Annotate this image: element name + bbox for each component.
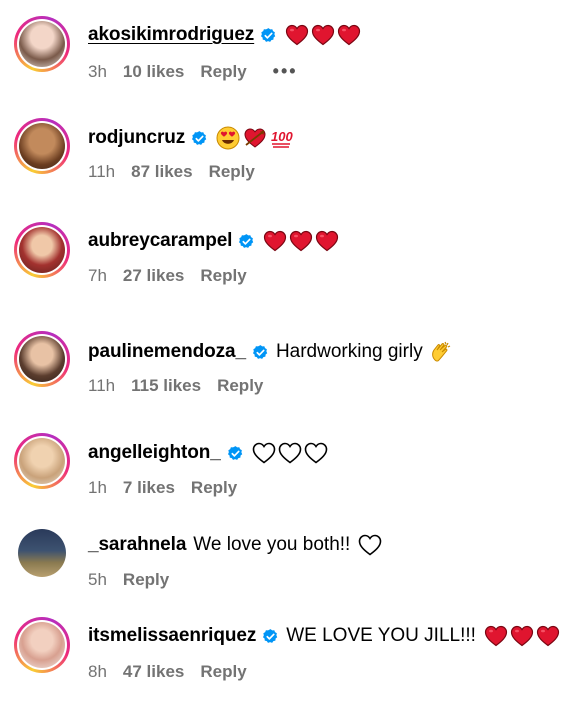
heart-outline-icon: [358, 534, 382, 556]
comment-text: Hardworking girly: [275, 341, 423, 362]
comment-username[interactable]: angelleighton_: [88, 442, 221, 464]
heart-with-arrow-icon: [244, 128, 266, 148]
heart-eyes-emoji-icon: [216, 126, 240, 150]
like-count[interactable]: 7 likes: [123, 478, 175, 498]
comment-time: 11h: [88, 162, 116, 181]
verified-badge-icon: [262, 628, 279, 645]
comment-time: 5h: [88, 570, 107, 589]
comment-text: WE LOVE YOU JILL!!!: [286, 625, 476, 646]
verified-badge-icon: [260, 27, 277, 44]
like-count[interactable]: 27 likes: [123, 266, 184, 286]
comment-text: We love you both!!: [193, 534, 351, 555]
avatar[interactable]: [14, 617, 70, 673]
avatar[interactable]: [14, 433, 70, 489]
red-heart-icon: [263, 230, 287, 252]
comment-time: 3h: [88, 61, 107, 81]
like-count[interactable]: 87 likes: [131, 162, 192, 182]
comment-time: 8h: [88, 662, 107, 681]
heart-outline-icon: [278, 442, 302, 464]
comment-time: 11h: [88, 376, 116, 395]
comment-username[interactable]: _sarahnela: [88, 534, 186, 556]
comment-username[interactable]: paulinemendoza_: [88, 341, 246, 363]
red-heart-icon: [536, 625, 560, 647]
reply-button[interactable]: Reply: [200, 62, 246, 82]
reply-button[interactable]: Reply: [123, 570, 169, 590]
avatar[interactable]: [14, 118, 70, 174]
reply-button[interactable]: Reply: [209, 162, 255, 182]
avatar[interactable]: [14, 331, 70, 387]
verified-badge-icon: [238, 233, 255, 250]
reply-button[interactable]: Reply: [200, 266, 246, 286]
comment-username[interactable]: akosikimrodriguez: [88, 24, 254, 46]
avatar[interactable]: [14, 16, 70, 72]
comment-username[interactable]: itsmelissaenriquez: [88, 625, 256, 647]
red-heart-icon: [285, 24, 309, 46]
like-count[interactable]: 47 likes: [123, 662, 184, 682]
comment-time: 1h: [88, 478, 107, 497]
reply-button[interactable]: Reply: [200, 662, 246, 682]
hundred-points-icon: 100: [271, 129, 294, 148]
heart-outline-icon: [304, 442, 328, 464]
comment-username[interactable]: aubreycarampel: [88, 230, 232, 252]
verified-badge-icon: [252, 344, 269, 361]
comment-time: 7h: [88, 266, 107, 285]
verified-badge-icon: [191, 130, 208, 147]
red-heart-icon: [315, 230, 339, 252]
red-heart-icon: [311, 24, 335, 46]
like-count[interactable]: 115 likes: [131, 376, 201, 396]
red-heart-icon: [289, 230, 313, 252]
reply-button[interactable]: Reply: [191, 478, 237, 498]
avatar[interactable]: [14, 525, 70, 581]
clapping-hands-icon: [431, 341, 450, 362]
red-heart-icon: [510, 625, 534, 647]
more-options-icon[interactable]: •••: [273, 61, 298, 82]
comment-username[interactable]: rodjuncruz: [88, 127, 185, 149]
svg-text:100: 100: [271, 129, 293, 144]
avatar[interactable]: [14, 222, 70, 278]
red-heart-icon: [337, 24, 361, 46]
heart-outline-icon: [252, 442, 276, 464]
red-heart-icon: [484, 625, 508, 647]
reply-button[interactable]: Reply: [217, 376, 263, 396]
like-count[interactable]: 10 likes: [123, 62, 184, 82]
verified-badge-icon: [227, 445, 244, 462]
